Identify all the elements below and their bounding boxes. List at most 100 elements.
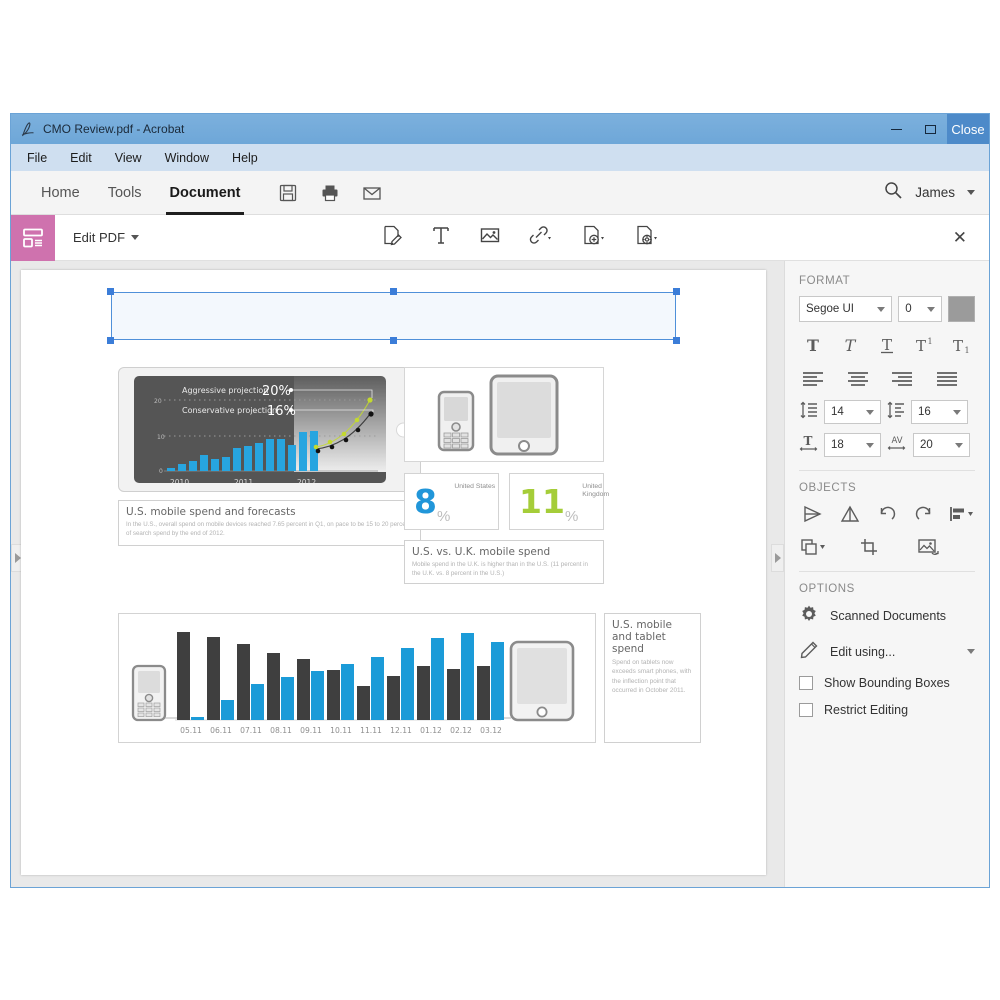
edit-pdf-toolbar: Edit PDF ✕ [11,215,989,261]
italic-icon[interactable]: T [836,334,864,356]
caption-title: U.S. vs. U.K. mobile spend [412,546,596,558]
forecast-chart-svg: 20 10 0 [134,376,386,483]
replace-image-icon[interactable] [915,536,943,558]
align-right-icon[interactable] [888,367,916,389]
svg-text:1: 1 [964,346,969,354]
pencil-icon [799,640,819,663]
resize-handle-ne[interactable] [673,288,680,295]
print-icon[interactable] [320,183,340,203]
tablet-icon [491,376,557,454]
option-scanned-documents[interactable]: Scanned Documents [799,604,975,627]
minimize-button[interactable] [879,114,913,144]
svg-text:T: T [804,434,813,448]
font-controls: Segoe UI 0 [799,296,975,322]
stat-value: 11 [519,485,565,518]
menu-bar: File Edit View Window Help [11,144,989,171]
maximize-icon [925,125,936,134]
forecast-chart: 20 10 0 [134,376,386,483]
pdf-page[interactable]: Keep in touch with mobile and tablet tre… [21,270,766,875]
font-scale-select[interactable]: 18 [824,433,881,457]
search-icon[interactable] [883,180,903,205]
bold-icon[interactable]: T [799,334,827,356]
resize-handle-nw[interactable] [107,288,114,295]
link-icon[interactable] [528,224,554,251]
svg-text:02.12: 02.12 [450,726,472,735]
acrobat-window: CMO Review.pdf - Acrobat Close File Edit… [10,113,990,888]
format-section-title: FORMAT [799,275,975,287]
superscript-icon[interactable]: T1 [910,334,938,356]
option-restrict-editing[interactable]: Restrict Editing [799,703,975,717]
subscript-icon[interactable]: T1 [947,334,975,356]
chevron-down-icon [866,443,874,448]
paragraph-spacing-select[interactable]: 16 [911,400,968,424]
align-center-icon[interactable] [844,367,872,389]
crop-icon[interactable] [857,536,885,558]
resize-handle-n[interactable] [390,288,397,295]
save-icon[interactable] [278,183,298,203]
triangle-right-icon [775,553,781,563]
close-button[interactable]: Close [947,114,989,144]
letter-spacing-select[interactable]: 20 [913,433,970,457]
email-icon[interactable] [362,183,382,203]
selected-text-box[interactable]: Keep in touch with mobile and tablet tre… [111,292,676,340]
option-edit-using[interactable]: Edit using... [799,640,975,663]
user-menu-label[interactable]: James [915,185,955,200]
font-size-select[interactable]: 0 [898,296,942,322]
stat-country: United Kingdom [582,483,609,500]
chevron-down-icon[interactable] [967,649,975,654]
close-icon: Close [951,122,984,137]
rotate-counterclockwise-icon[interactable] [873,503,901,525]
underline-icon[interactable]: T [873,334,901,356]
menu-item-window[interactable]: Window [165,151,209,165]
flip-horizontal-icon[interactable] [799,503,827,525]
resize-handle-sw[interactable] [107,337,114,344]
selection-outline [111,292,676,340]
forecast-chart-tablet: 20 10 0 [118,367,421,492]
resize-handle-se[interactable] [673,337,680,344]
tab-home[interactable]: Home [27,171,94,215]
more-options-icon[interactable] [634,224,660,251]
align-justify-icon[interactable] [933,367,961,389]
option-show-bounding-boxes[interactable]: Show Bounding Boxes [799,676,975,690]
phone-icon-small [133,666,177,720]
spacing-row-1: 14 16 [799,400,975,424]
text-color-swatch[interactable] [948,296,975,322]
flip-vertical-icon[interactable] [836,503,864,525]
line-spacing-select[interactable]: 14 [824,400,881,424]
align-left-icon[interactable] [799,367,827,389]
svg-text:Conservative projection: Conservative projection [182,406,277,415]
menu-item-edit[interactable]: Edit [70,151,92,165]
paragraph-spacing-icon [886,401,906,424]
caption-us-mobile-spend: U.S. mobile spend and forecasts In the U… [118,500,421,546]
chevron-down-icon [131,235,139,240]
add-image-icon[interactable] [479,224,501,251]
chevron-down-icon[interactable] [967,190,975,195]
font-family-select[interactable]: Segoe UI [799,296,892,322]
resize-handle-s[interactable] [390,337,397,344]
stat-country: United States [454,483,495,491]
add-text-icon[interactable] [430,224,452,251]
text-align-buttons [799,367,975,389]
tab-document[interactable]: Document [156,171,255,215]
close-edit-toolbar-button[interactable]: ✕ [953,228,967,248]
caption-us-vs-uk: U.S. vs. U.K. mobile spend Mobile spend … [404,540,604,584]
maximize-button[interactable] [913,114,947,144]
rotate-clockwise-icon[interactable] [910,503,938,525]
menu-item-view[interactable]: View [115,151,142,165]
arrange-icon[interactable] [799,536,827,558]
menu-item-help[interactable]: Help [232,151,258,165]
tab-tools[interactable]: Tools [94,171,156,215]
option-label: Scanned Documents [830,609,946,623]
title-bar: CMO Review.pdf - Acrobat Close [11,114,989,144]
next-page-arrow[interactable] [771,544,784,572]
edit-pdf-icon[interactable] [11,215,55,261]
svg-text:T: T [916,337,926,354]
add-page-icon[interactable] [581,224,607,251]
minimize-icon [891,129,902,130]
align-objects-icon[interactable] [947,503,975,525]
edit-pdf-dropdown[interactable]: Edit PDF [73,230,139,245]
edit-text-image-icon[interactable] [381,224,403,251]
checkbox-icon[interactable] [799,676,813,690]
checkbox-icon[interactable] [799,703,813,717]
menu-item-file[interactable]: File [27,151,47,165]
